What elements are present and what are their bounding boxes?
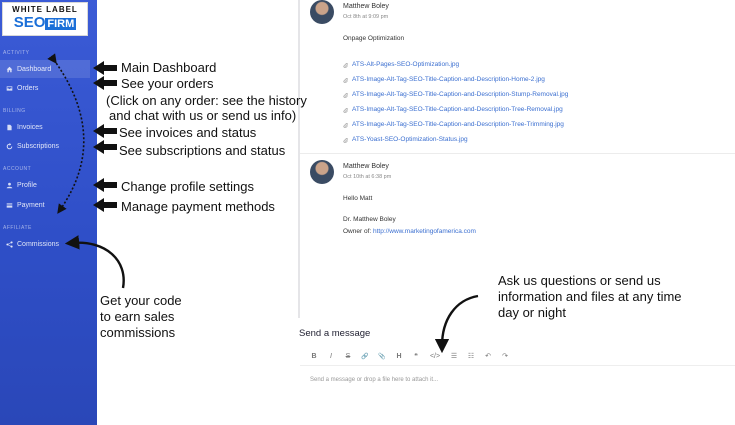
annotation-orders-note: (Click on any order: see the history	[106, 93, 307, 108]
arrow-left-icon	[93, 124, 117, 138]
annotation-arrows	[47, 53, 479, 354]
annotation-commissions: commissions	[100, 325, 176, 340]
annotation-payment: Manage payment methods	[121, 199, 275, 214]
arrow-left-icon	[93, 198, 117, 212]
annotation-questions: information and files at any time	[498, 289, 682, 304]
arrow-left-icon	[93, 61, 117, 75]
annotation-subscriptions: See subscriptions and status	[119, 143, 286, 158]
annotation-orders-note: and chat with us or send us info)	[109, 108, 297, 123]
annotation-profile: Change profile settings	[121, 179, 254, 194]
arrow-left-icon	[93, 178, 117, 192]
annotation-invoices: See invoices and status	[119, 125, 257, 140]
annotation-dashboard: Main Dashboard	[121, 60, 217, 75]
annotation-questions: day or night	[498, 305, 566, 320]
arrow-left-icon	[93, 76, 117, 90]
arrow-left-icon	[93, 140, 117, 154]
annotation-questions: Ask us questions or send us	[498, 273, 661, 288]
annotation-commissions: to earn sales	[100, 309, 175, 324]
annotation-orders: See your orders	[121, 76, 214, 91]
annotation-commissions: Get your code	[100, 293, 182, 308]
